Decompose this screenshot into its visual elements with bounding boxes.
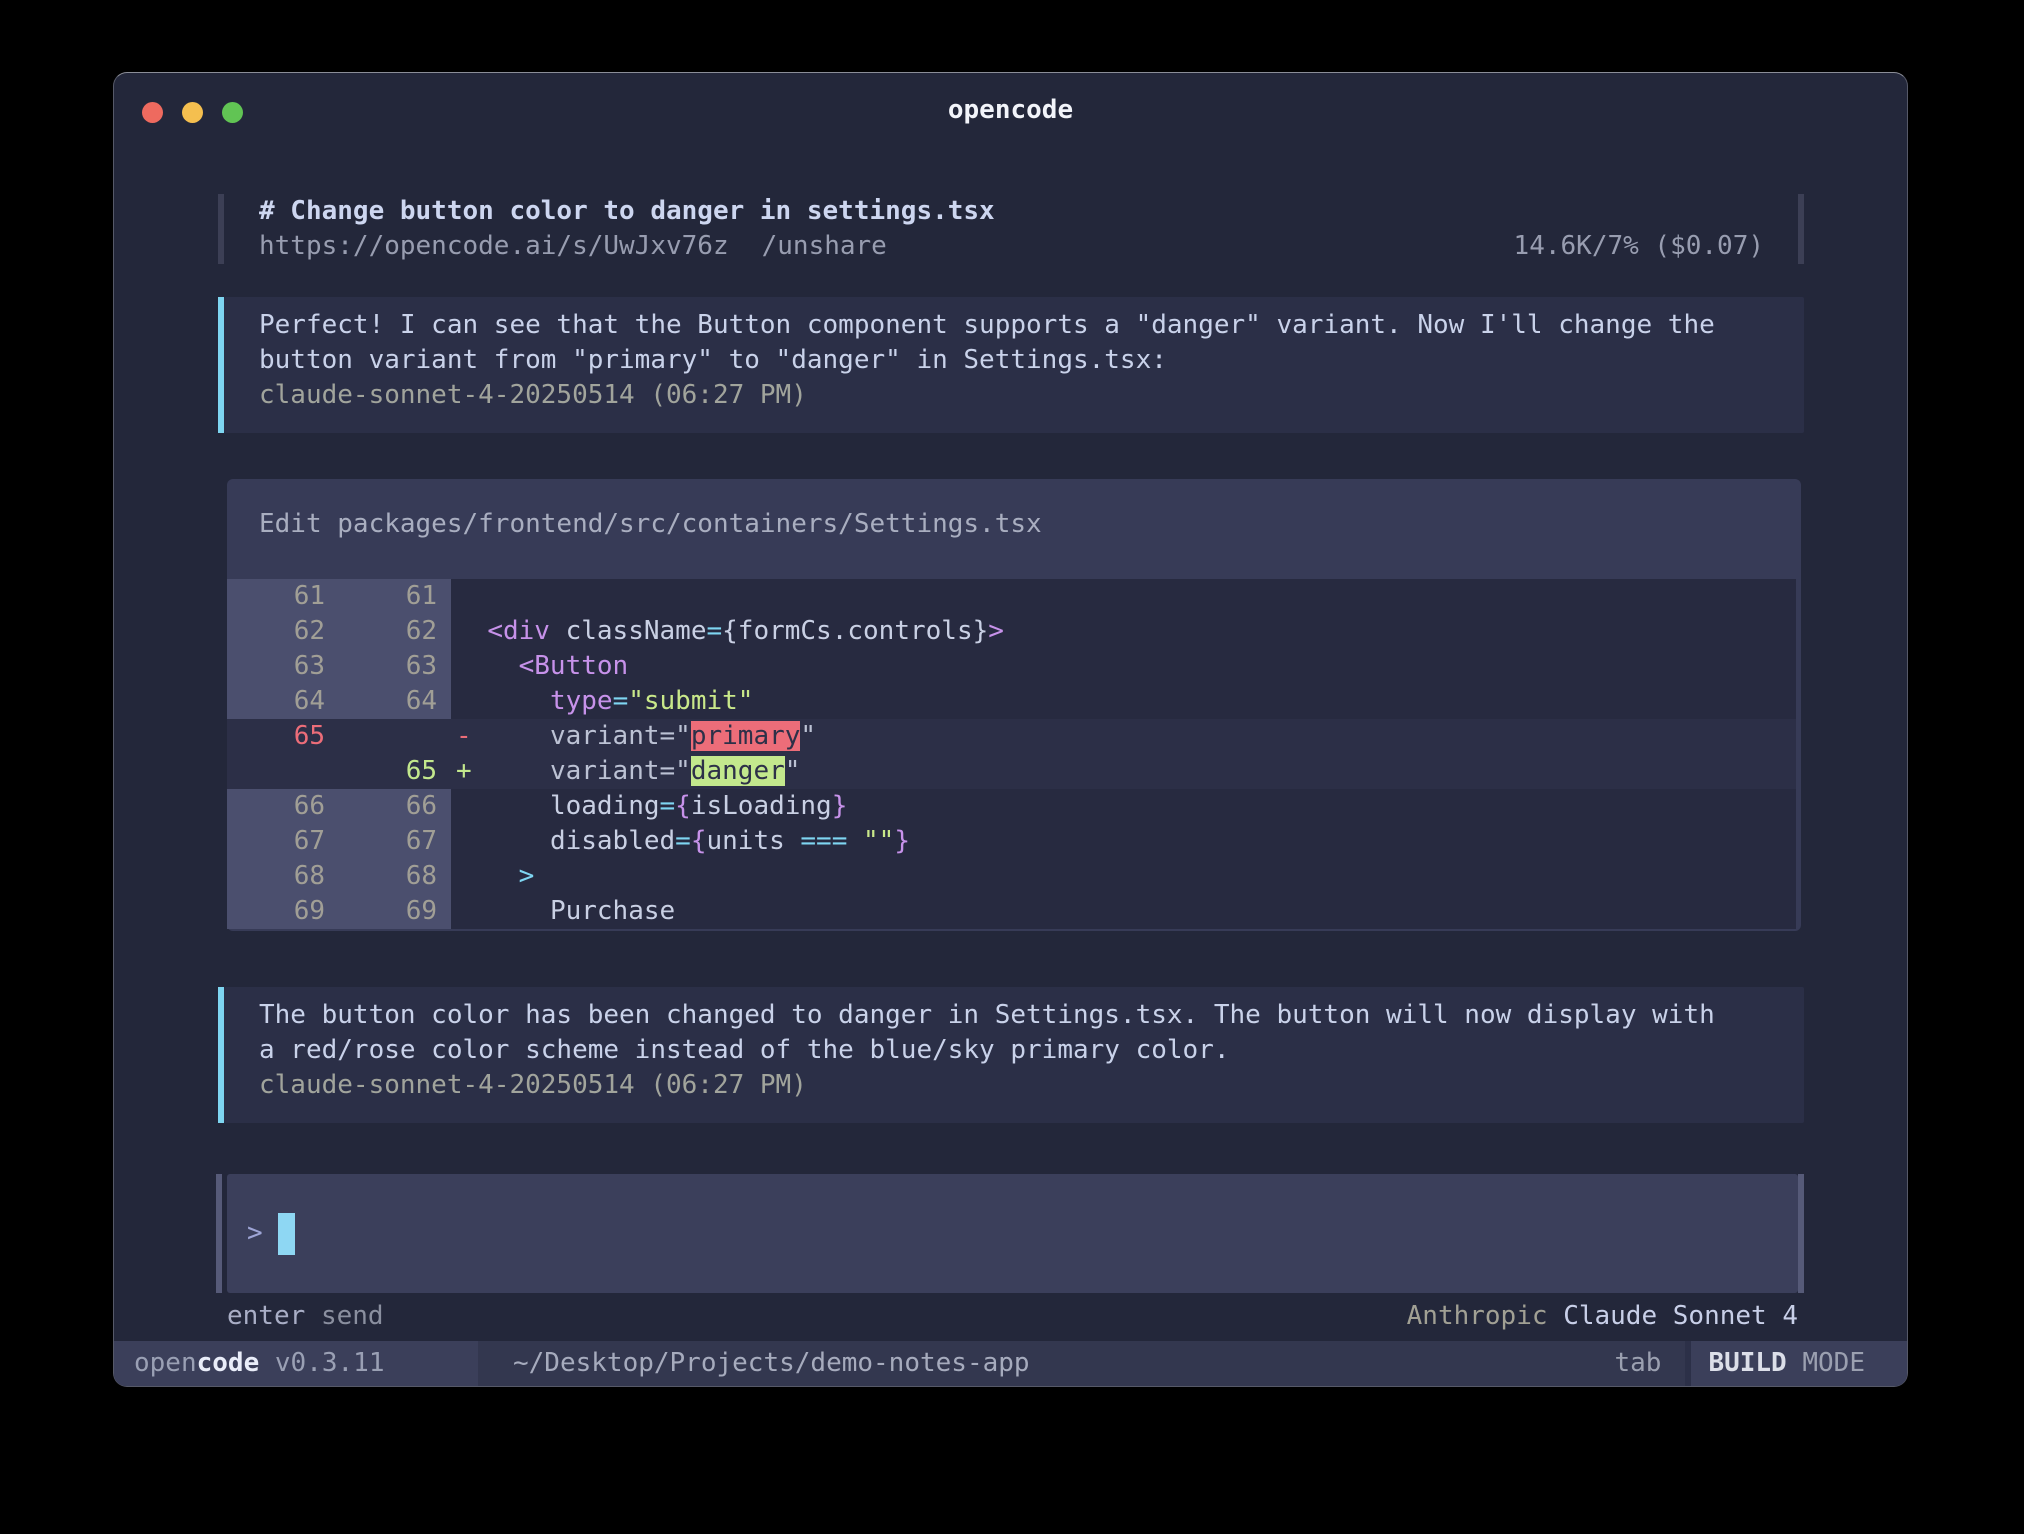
mode-label-rest: MODE (1787, 1346, 1865, 1381)
mode-label-bold: BUILD (1708, 1346, 1786, 1381)
app-version-chip: opencode v0.3.11 (114, 1341, 478, 1386)
send-action-label: send (321, 1299, 384, 1334)
model-name (1548, 1299, 1564, 1334)
model-name-label: Claude Sonnet 4 (1563, 1299, 1798, 1334)
diff-row: 6161 (227, 579, 1796, 614)
token-usage: 14.6K/7% ($0.07) (1514, 229, 1764, 264)
diff-row: 6666 loading={isLoading} (227, 789, 1796, 824)
session-header: # Change button color to danger in setti… (218, 194, 1804, 264)
send-action-hint (305, 1299, 321, 1334)
diff-row: 6969 Purchase (227, 894, 1796, 929)
share-url: https://opencode.ai/s/UwJxv76z (259, 229, 729, 264)
session-title: # Change button color to danger in setti… (259, 194, 995, 229)
app-version-label: v0.3.11 (275, 1346, 385, 1381)
assistant-message: The button color has been changed to dan… (218, 987, 1804, 1123)
diff-row: 65- variant="primary" (227, 719, 1796, 754)
diff-row: 6363 <Button (227, 649, 1796, 684)
diff-row: 65+ variant="danger" (227, 754, 1796, 789)
window-title: opencode (114, 93, 1907, 128)
input-left-rail (216, 1174, 222, 1293)
header-right-rail (1798, 194, 1804, 264)
diff-row: 6464 type="submit" (227, 684, 1796, 719)
message-text: Perfect! I can see that the Button compo… (259, 308, 1719, 378)
diff-row: 6262 <div className={formCs.controls}> (227, 614, 1796, 649)
header-left-rail (218, 194, 224, 264)
working-directory: ~/Desktop/Projects/demo-notes-app (513, 1341, 1030, 1386)
app-name-code: code (197, 1346, 260, 1381)
mode-chip: BUILD MODE (1691, 1341, 1907, 1386)
app-name-open: open (134, 1346, 197, 1381)
app-version (259, 1346, 275, 1381)
prompt-cursor (278, 1213, 295, 1255)
prompt-chevron: > (247, 1216, 263, 1251)
unshare-command[interactable]: /unshare (762, 229, 887, 264)
edit-tool-panel: Edit packages/frontend/src/containers/Se… (227, 479, 1801, 931)
edit-tool-title: Edit packages/frontend/src/containers/Se… (259, 507, 1801, 542)
enter-key-hint: enter (227, 1299, 305, 1334)
app-window: opencode # Change button color to danger… (113, 72, 1908, 1387)
diff-view: 6161 6262 <div className={formCs.control… (227, 579, 1796, 929)
tab-key-hint[interactable]: tab (1614, 1341, 1685, 1386)
input-right-rail (1798, 1174, 1804, 1293)
prompt-input[interactable]: > (227, 1174, 1798, 1293)
assistant-message: Perfect! I can see that the Button compo… (218, 297, 1804, 433)
model-meta: claude-sonnet-4-20250514 (06:27 PM) (259, 1068, 1804, 1103)
diff-row: 6868 > (227, 859, 1796, 894)
diff-row: 6767 disabled={units === ""} (227, 824, 1796, 859)
titlebar: opencode (114, 73, 1907, 133)
message-text: The button color has been changed to dan… (259, 998, 1719, 1068)
model-provider: Anthropic (1407, 1299, 1548, 1334)
model-meta: claude-sonnet-4-20250514 (06:27 PM) (259, 378, 1804, 413)
status-bar: opencode v0.3.11 ~/Desktop/Projects/demo… (114, 1341, 1907, 1386)
